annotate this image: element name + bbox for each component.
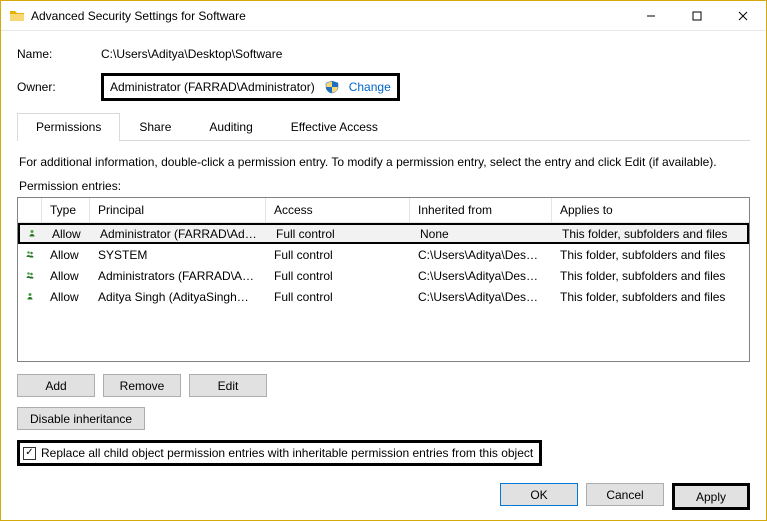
change-owner-link[interactable]: Change: [349, 80, 391, 94]
cell-applies: This folder, subfolders and files: [552, 248, 749, 262]
col-applies[interactable]: Applies to: [552, 198, 749, 222]
maximize-button[interactable]: [674, 1, 720, 30]
table-row[interactable]: AllowSYSTEMFull controlC:\Users\Aditya\D…: [18, 244, 749, 265]
cell-applies: This folder, subfolders and files: [552, 290, 749, 304]
replace-checkbox[interactable]: ✓: [23, 447, 36, 460]
titlebar: Advanced Security Settings for Software: [1, 1, 766, 31]
table-row[interactable]: AllowAdministrator (FARRAD\Admi...Full c…: [18, 223, 749, 244]
col-principal[interactable]: Principal: [90, 198, 266, 222]
cell-applies: This folder, subfolders and files: [552, 269, 749, 283]
name-value: C:\Users\Aditya\Desktop\Software: [101, 47, 282, 61]
apply-button[interactable]: Apply: [672, 483, 750, 510]
col-access[interactable]: Access: [266, 198, 410, 222]
entries-label: Permission entries:: [19, 179, 748, 193]
tab-bar: Permissions Share Auditing Effective Acc…: [17, 113, 750, 141]
tab-permissions[interactable]: Permissions: [17, 113, 120, 141]
user-icon: [18, 268, 42, 284]
tab-share[interactable]: Share: [120, 113, 190, 141]
owner-label: Owner:: [17, 80, 101, 94]
cell-applies: This folder, subfolders and files: [554, 227, 747, 241]
user-icon: [20, 226, 44, 242]
cell-inherited: None: [412, 227, 554, 241]
cell-type: Allow: [42, 248, 90, 262]
replace-checkbox-label: Replace all child object permission entr…: [41, 446, 533, 460]
owner-value: Administrator (FARRAD\Administrator): [110, 80, 315, 94]
cell-principal: Administrator (FARRAD\Admi...: [92, 227, 268, 241]
cell-inherited: C:\Users\Aditya\Deskt...: [410, 269, 552, 283]
cell-type: Allow: [42, 269, 90, 283]
col-type[interactable]: Type: [42, 198, 90, 222]
cell-type: Allow: [42, 290, 90, 304]
edit-button[interactable]: Edit: [189, 374, 267, 397]
close-button[interactable]: [720, 1, 766, 30]
cell-access: Full control: [268, 227, 412, 241]
table-header: Type Principal Access Inherited from App…: [18, 198, 749, 223]
cell-type: Allow: [44, 227, 92, 241]
user-icon: [18, 247, 42, 263]
owner-box: Administrator (FARRAD\Administrator) Cha…: [101, 73, 400, 101]
col-inherited[interactable]: Inherited from: [410, 198, 552, 222]
cell-inherited: C:\Users\Aditya\Deskt...: [410, 248, 552, 262]
cancel-button[interactable]: Cancel: [586, 483, 664, 506]
cell-access: Full control: [266, 290, 410, 304]
replace-checkbox-row[interactable]: ✓ Replace all child object permission en…: [17, 440, 542, 466]
tab-auditing[interactable]: Auditing: [190, 113, 271, 141]
name-label: Name:: [17, 47, 101, 61]
permissions-table: Type Principal Access Inherited from App…: [17, 197, 750, 362]
cell-principal: Aditya Singh (AdityaSingh@o...: [90, 290, 266, 304]
ok-button[interactable]: OK: [500, 483, 578, 506]
folder-lock-icon: [9, 8, 25, 24]
minimize-button[interactable]: [628, 1, 674, 30]
cell-principal: Administrators (FARRAD\Ad...: [90, 269, 266, 283]
info-text: For additional information, double-click…: [19, 155, 748, 169]
table-row[interactable]: AllowAdministrators (FARRAD\Ad...Full co…: [18, 265, 749, 286]
cell-inherited: C:\Users\Aditya\Deskt...: [410, 290, 552, 304]
add-button[interactable]: Add: [17, 374, 95, 397]
col-icon[interactable]: [18, 198, 42, 222]
tab-effective-access[interactable]: Effective Access: [272, 113, 397, 141]
shield-icon: [325, 80, 339, 94]
cell-access: Full control: [266, 269, 410, 283]
disable-inheritance-button[interactable]: Disable inheritance: [17, 407, 145, 430]
remove-button[interactable]: Remove: [103, 374, 181, 397]
user-icon: [18, 289, 42, 305]
cell-access: Full control: [266, 248, 410, 262]
window-title: Advanced Security Settings for Software: [31, 9, 628, 23]
cell-principal: SYSTEM: [90, 248, 266, 262]
table-row[interactable]: AllowAditya Singh (AdityaSingh@o...Full …: [18, 286, 749, 307]
table-body: AllowAdministrator (FARRAD\Admi...Full c…: [18, 223, 749, 361]
